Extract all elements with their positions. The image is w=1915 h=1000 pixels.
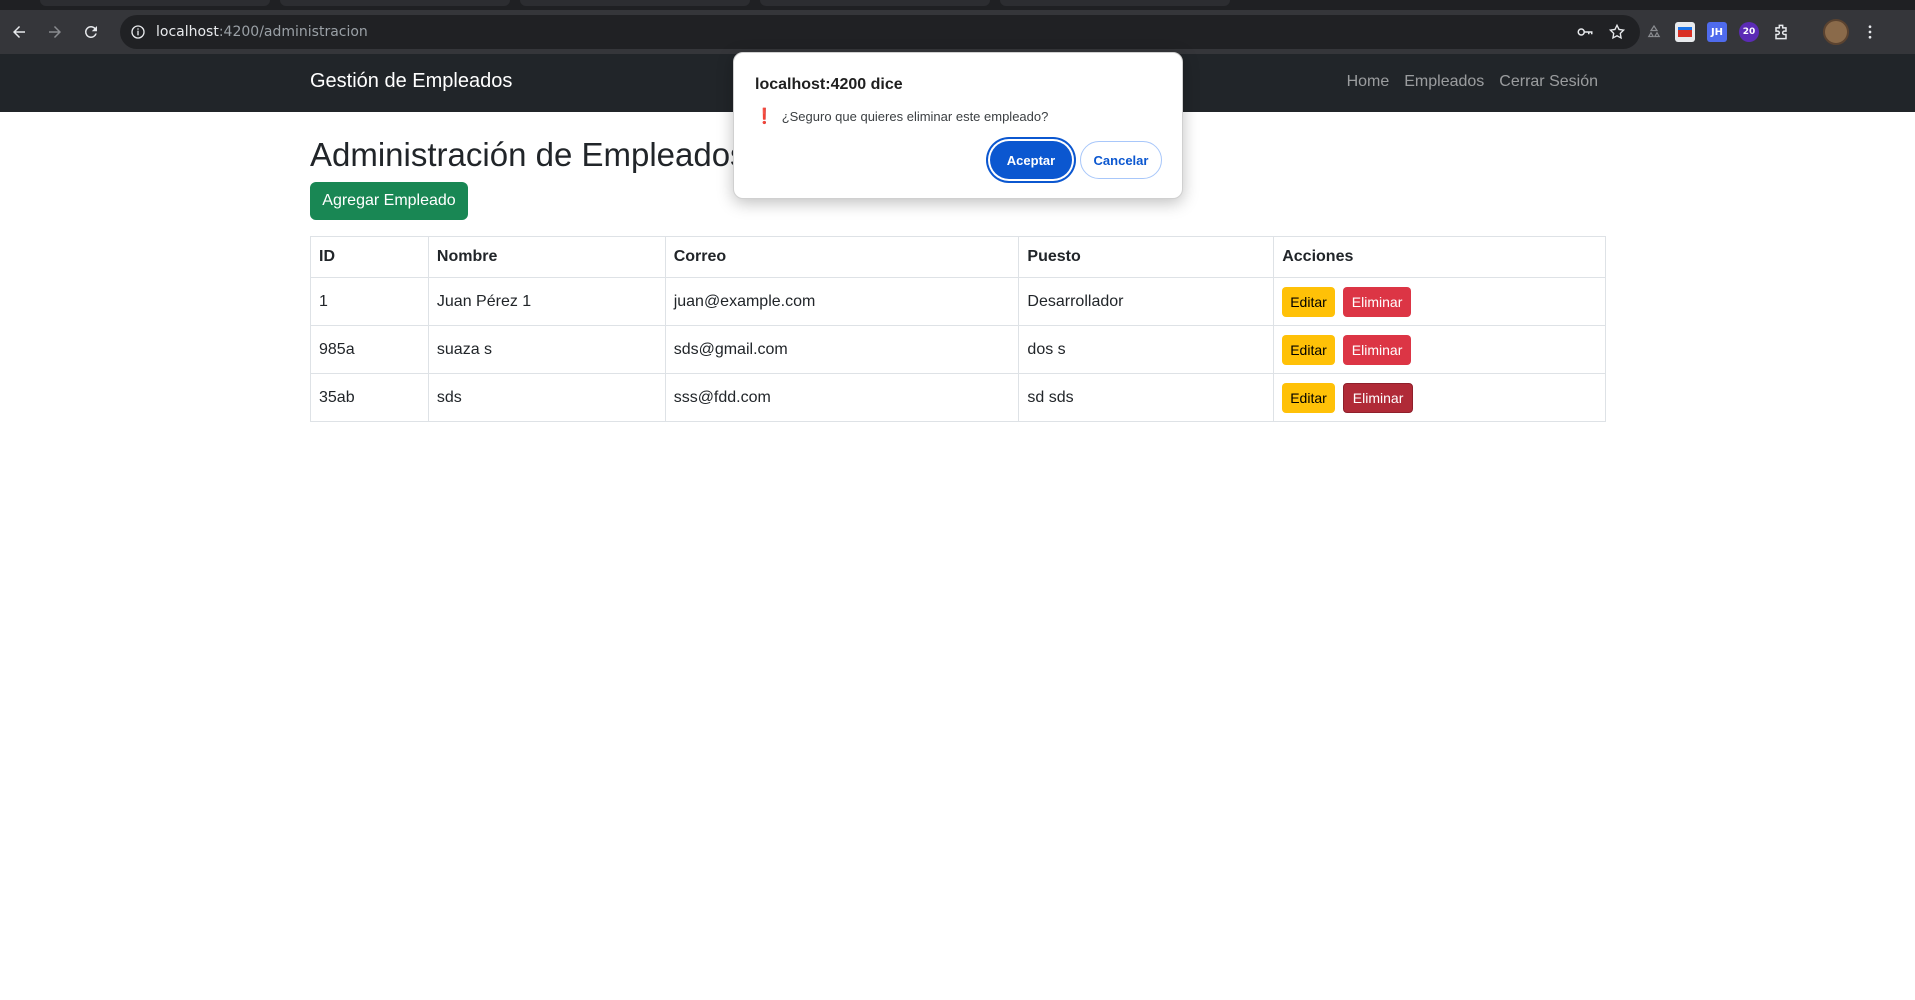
cell-id: 35ab	[310, 373, 429, 422]
arrow-left-icon	[13, 26, 25, 38]
dialog-message: ¿Seguro que quieres eliminar este emplea…	[781, 108, 1049, 124]
delete-button[interactable]: Eliminar	[1342, 382, 1414, 413]
table-header-row: ID Nombre Correo Puesto Acciones	[310, 236, 1606, 278]
kebab-menu-icon[interactable]	[1861, 23, 1879, 41]
cell-id: 1	[310, 277, 429, 326]
accept-button[interactable]: Aceptar	[990, 141, 1072, 179]
url-path: :4200/administracion	[218, 24, 368, 40]
column-header-correo: Correo	[664, 236, 1020, 278]
cell-puesto: Desarrollador	[1018, 277, 1275, 326]
column-header-puesto: Puesto	[1018, 236, 1275, 278]
site-info-icon[interactable]	[130, 24, 146, 40]
cell-acciones: Editar Eliminar	[1273, 373, 1606, 422]
extensions-area: JH 20	[1645, 15, 1879, 49]
dialog-buttons: Aceptar Cancelar	[990, 141, 1162, 179]
url-text: localhost:4200/administracion	[156, 24, 368, 40]
forward-button[interactable]	[38, 15, 72, 49]
add-employee-button[interactable]: Agregar Empleado	[310, 182, 468, 220]
nav-link-cerrar-sesion[interactable]: Cerrar Sesión	[1499, 73, 1598, 91]
profile-avatar[interactable]	[1823, 19, 1849, 45]
cell-nombre: suaza s	[427, 325, 666, 374]
exclamation-icon: ❗	[755, 108, 774, 125]
browser-tab[interactable]	[280, 0, 510, 6]
translate-extension-icon[interactable]	[1675, 22, 1695, 42]
cell-correo: sss@fdd.com	[664, 373, 1020, 422]
browser-tab[interactable]	[1000, 0, 1230, 6]
confirm-dialog: localhost:4200 dice ❗ ¿Seguro que quiere…	[733, 52, 1183, 199]
cell-correo: juan@example.com	[664, 277, 1020, 326]
url-host: localhost	[156, 24, 219, 40]
delete-button[interactable]: Eliminar	[1342, 334, 1412, 365]
nav-link-empleados[interactable]: Empleados	[1404, 73, 1484, 91]
edit-button[interactable]: Editar	[1282, 334, 1335, 365]
cell-nombre: Juan Pérez 1	[427, 277, 666, 326]
cell-puesto: sd sds	[1018, 373, 1275, 422]
back-button[interactable]	[2, 15, 36, 49]
navbar-links: Home Empleados Cerrar Sesión	[1347, 73, 1598, 91]
badge-extension-icon[interactable]: 20	[1739, 22, 1759, 42]
browser-tab[interactable]	[760, 0, 990, 6]
nav-link-home[interactable]: Home	[1347, 73, 1390, 91]
cell-acciones: Editar Eliminar	[1273, 325, 1606, 374]
edit-button[interactable]: Editar	[1282, 286, 1335, 317]
recycle-icon[interactable]	[1645, 23, 1663, 41]
browser-toolbar: localhost:4200/administracion JH 20	[0, 10, 1915, 54]
cell-correo: sds@gmail.com	[664, 325, 1020, 374]
reload-icon	[84, 25, 97, 38]
table-row: 35ab sds sss@fdd.com sd sds Editar Elimi…	[310, 373, 1606, 422]
key-icon[interactable]	[1576, 23, 1594, 41]
jh-extension-icon[interactable]: JH	[1707, 22, 1727, 42]
edit-button[interactable]: Editar	[1282, 382, 1335, 413]
employees-table: ID Nombre Correo Puesto Acciones 1 Juan …	[310, 236, 1606, 422]
table-row: 1 Juan Pérez 1 juan@example.com Desarrol…	[310, 277, 1606, 326]
star-icon[interactable]	[1608, 23, 1626, 41]
address-bar[interactable]: localhost:4200/administracion	[120, 15, 1640, 49]
delete-button[interactable]: Eliminar	[1342, 286, 1412, 317]
cell-id: 985a	[310, 325, 429, 374]
column-header-id: ID	[310, 236, 429, 278]
cell-nombre: sds	[427, 373, 666, 422]
browser-tab[interactable]	[520, 0, 750, 6]
page-title: Administración de Empleados	[310, 136, 747, 173]
column-header-nombre: Nombre	[427, 236, 666, 278]
cell-puesto: dos s	[1018, 325, 1275, 374]
cancel-button[interactable]: Cancelar	[1080, 141, 1162, 179]
cell-acciones: Editar Eliminar	[1273, 277, 1606, 326]
browser-tab-strip	[0, 0, 1915, 10]
arrow-right-icon	[49, 26, 61, 38]
table-row: 985a suaza s sds@gmail.com dos s Editar …	[310, 325, 1606, 374]
column-header-acciones: Acciones	[1273, 236, 1606, 278]
dialog-title: localhost:4200 dice	[755, 76, 903, 93]
dialog-message-row: ❗ ¿Seguro que quieres eliminar este empl…	[755, 107, 1048, 125]
navbar-brand[interactable]: Gestión de Empleados	[310, 70, 512, 93]
browser-tab[interactable]	[40, 0, 270, 6]
reload-button[interactable]	[74, 15, 108, 49]
puzzle-icon[interactable]	[1771, 22, 1791, 42]
